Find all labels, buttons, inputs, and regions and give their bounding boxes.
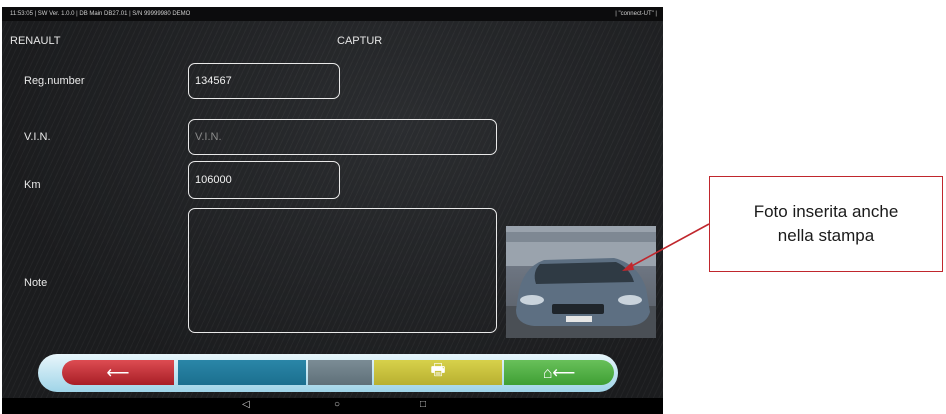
callout-line-2: nella stampa — [777, 226, 875, 245]
annotation-callout: Foto inserita anche nella stampa — [709, 176, 943, 272]
callout-line-1: Foto inserita anche — [753, 202, 899, 221]
